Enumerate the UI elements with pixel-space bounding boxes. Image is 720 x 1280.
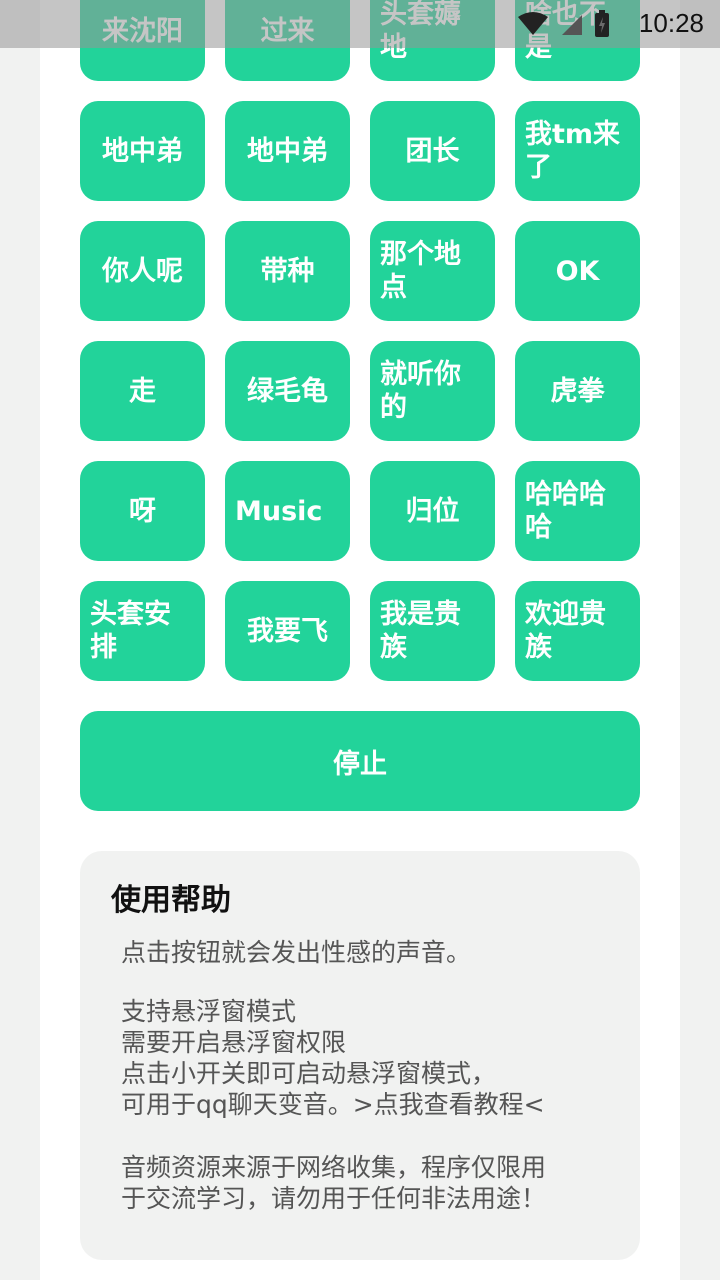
- help-paragraph-3: 音频资源来源于网络收集，程序仅限用 于交流学习，请勿用于任何非法用途！: [121, 1152, 621, 1214]
- sound-button[interactable]: 你人呢: [80, 221, 205, 321]
- sound-button-label: Music: [235, 495, 323, 527]
- sound-button-label: 我tm来了: [525, 119, 621, 183]
- sound-button-label: 你人呢: [102, 255, 183, 287]
- sound-button-label: 走: [129, 375, 156, 407]
- sound-button-label: 哈哈哈哈: [525, 479, 606, 543]
- sound-button[interactable]: OK: [515, 221, 640, 321]
- sound-button[interactable]: 就听你的: [370, 341, 495, 441]
- sound-button[interactable]: 地中弟: [225, 101, 350, 201]
- sound-button[interactable]: 我要飞: [225, 581, 350, 681]
- help-paragraph-2: 支持悬浮窗模式 需要开启悬浮窗权限 点击小开关即可启动悬浮窗模式， 可用于qq聊…: [121, 996, 621, 1120]
- status-icons: [516, 10, 610, 38]
- help-line: 需要开启悬浮窗权限: [121, 1028, 347, 1057]
- sound-button-label: 欢迎贵族: [525, 599, 606, 663]
- sound-button[interactable]: 头套安排: [80, 581, 205, 681]
- sound-button[interactable]: 走: [80, 341, 205, 441]
- help-title: 使用帮助: [111, 883, 231, 918]
- wifi-icon: [518, 12, 548, 35]
- sound-button-label: 地中弟: [247, 135, 328, 167]
- signal-icon: [562, 15, 582, 35]
- sound-button[interactable]: 哈哈哈哈: [515, 461, 640, 561]
- sound-button-label: 绿毛龟: [247, 375, 328, 407]
- help-line: 支持悬浮窗模式: [121, 997, 297, 1026]
- sound-button[interactable]: 我是贵族: [370, 581, 495, 681]
- sound-button[interactable]: 带种: [225, 221, 350, 321]
- stop-button-label: 停止: [333, 748, 387, 780]
- sound-button[interactable]: 我tm来了: [515, 101, 640, 201]
- sound-button-label: 我是贵族: [380, 599, 461, 663]
- sound-button[interactable]: 归位: [370, 461, 495, 561]
- sound-button[interactable]: 虎拳: [515, 341, 640, 441]
- status-time: 10:28: [638, 8, 704, 38]
- sound-button-label: 呀: [129, 495, 156, 527]
- sound-button[interactable]: 欢迎贵族: [515, 581, 640, 681]
- sound-button[interactable]: Music: [225, 461, 350, 561]
- sound-button-label: 头套安排: [90, 599, 171, 663]
- sound-button-label: 地中弟: [102, 135, 183, 167]
- sound-button[interactable]: 地中弟: [80, 101, 205, 201]
- sound-button[interactable]: 那个地点: [370, 221, 495, 321]
- sound-button[interactable]: 绿毛龟: [225, 341, 350, 441]
- battery-icon: [595, 10, 609, 37]
- help-line: 点击小开关即可启动悬浮窗模式，: [121, 1059, 497, 1088]
- sound-button-label: 我要飞: [247, 615, 328, 647]
- sound-button-label: 团长: [405, 135, 460, 167]
- status-bar: 10:28: [0, 0, 720, 48]
- sound-button-label: 虎拳: [550, 375, 605, 407]
- stop-button[interactable]: 停止: [80, 711, 640, 811]
- help-line: 于交流学习，请勿用于任何非法用途！: [121, 1184, 547, 1213]
- sound-button-label: 那个地点: [380, 239, 461, 303]
- help-line: 音频资源来源于网络收集，程序仅限用: [121, 1153, 547, 1182]
- sound-button-label: 归位: [405, 495, 460, 527]
- sound-button-label: OK: [555, 255, 600, 287]
- sound-button[interactable]: 呀: [80, 461, 205, 561]
- sound-button-label: 带种: [260, 255, 315, 287]
- sound-button[interactable]: 团长: [370, 101, 495, 201]
- help-paragraph-1: 点击按钮就会发出性感的声音。: [121, 938, 472, 967]
- sound-button-label: 就听你的: [380, 359, 461, 423]
- tutorial-link[interactable]: 可用于qq聊天变音。>点我查看教程<: [121, 1089, 621, 1120]
- help-panel: 使用帮助 点击按钮就会发出性感的声音。 支持悬浮窗模式 需要开启悬浮窗权限 点击…: [80, 851, 640, 1260]
